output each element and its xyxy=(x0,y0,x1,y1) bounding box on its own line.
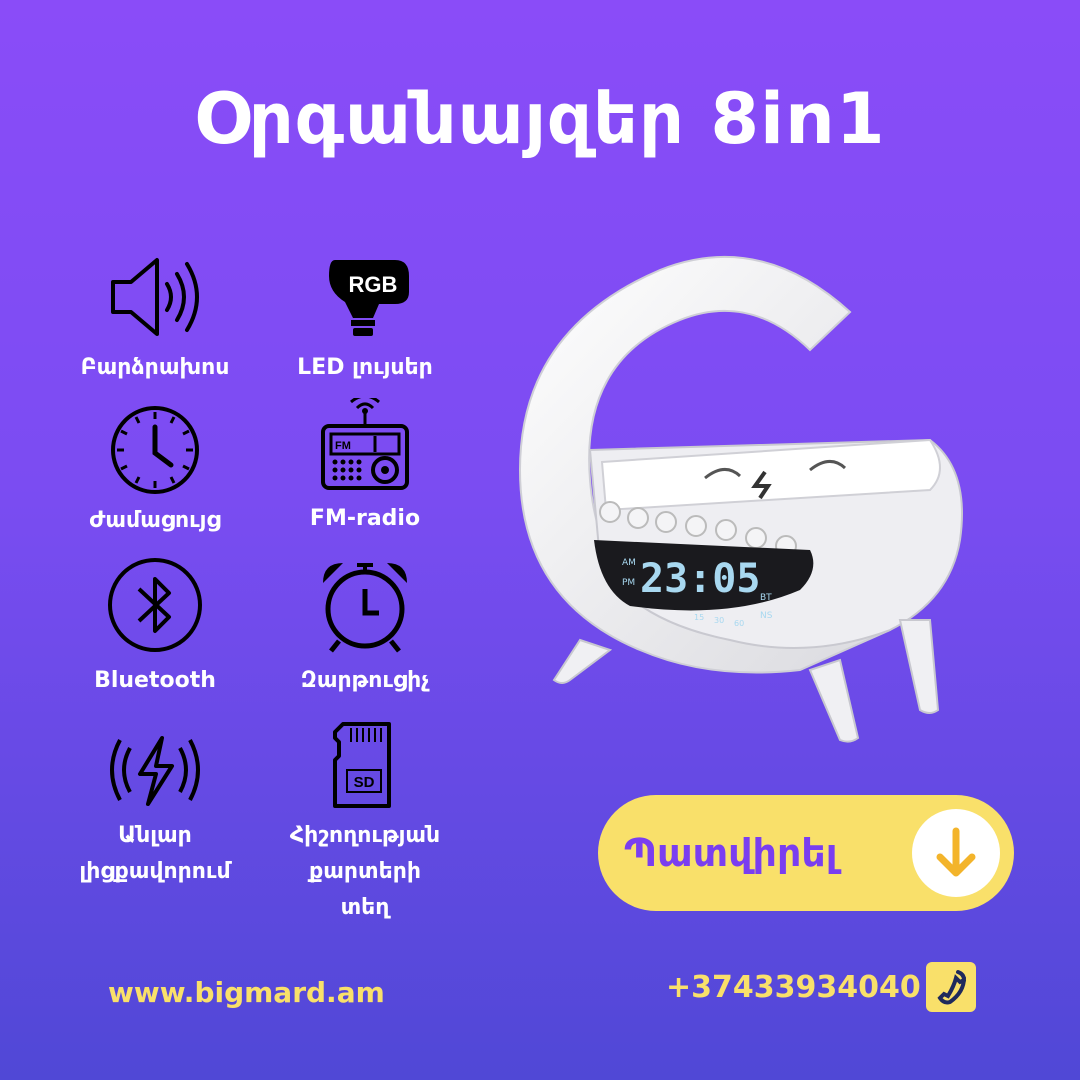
feature-label: Անլար լիցքավորում xyxy=(60,818,250,890)
phone-number[interactable]: +37433934040 xyxy=(666,970,921,1005)
display-am: AM xyxy=(622,558,636,568)
display-pm: PM xyxy=(622,578,635,588)
feature-label: Bluetooth xyxy=(94,668,216,693)
alarm-clock-icon xyxy=(323,563,407,653)
bluetooth-icon xyxy=(108,558,202,652)
feature-alarm: Զարթուցիչ xyxy=(270,555,460,699)
feature-radio: FM FM-radio xyxy=(270,398,460,537)
product-image: 23:05 AM PM BT NS 15 30 60 xyxy=(518,255,963,743)
feature-label: Զարթուցիչ xyxy=(300,668,430,693)
speaker-icon xyxy=(111,258,199,336)
display-30: 30 xyxy=(714,616,724,625)
sd-card-icon: SD xyxy=(333,722,391,808)
phone-icon[interactable] xyxy=(926,962,976,1012)
clock-icon xyxy=(111,406,199,494)
feature-led: RGB LED լույսեր xyxy=(270,252,460,386)
feature-wireless-charging: Անլար լիցքավորում xyxy=(60,730,250,890)
sd-badge: SD xyxy=(354,774,375,791)
arrow-down-icon xyxy=(912,809,1000,897)
radio-icon: FM xyxy=(321,398,409,490)
feature-label-line: լիցքավորում xyxy=(79,859,231,884)
page-title: Օրգանայզեր 8in1 xyxy=(194,78,886,160)
display-ns: NS xyxy=(760,611,773,621)
feature-label: Բարձրախոս xyxy=(80,355,230,380)
feature-label: FM-radio xyxy=(309,506,421,531)
rgb-badge: RGB xyxy=(349,272,398,297)
order-button[interactable]: Պատվիրել xyxy=(598,795,1014,911)
feature-speaker: Բարձրախոս xyxy=(60,252,250,386)
wireless-charging-icon xyxy=(110,736,200,806)
feature-bluetooth: Bluetooth xyxy=(60,555,250,699)
feature-label-line: Հիշողության xyxy=(289,823,441,848)
rgb-bulb-icon: RGB xyxy=(329,260,409,336)
display-time: 23:05 xyxy=(640,556,760,602)
display-15: 15 xyxy=(694,613,704,622)
feature-label-line: Անլար xyxy=(118,823,192,848)
display-60: 60 xyxy=(734,619,744,628)
feature-sd-card: SD Հիշողության քարտերի տեղ xyxy=(270,720,460,926)
feature-clock: Ժամացույց xyxy=(60,405,250,539)
feature-label-line: տեղ xyxy=(340,895,390,920)
fm-badge: FM xyxy=(335,440,351,452)
feature-label: Ժամացույց xyxy=(89,508,221,533)
feature-label-line: քարտերի xyxy=(309,859,421,884)
feature-label: Հիշողության քարտերի տեղ xyxy=(270,818,460,926)
display-bt: BT xyxy=(760,593,772,603)
feature-label: LED լույսեր xyxy=(297,355,433,380)
order-button-label: Պատվիրել xyxy=(624,831,838,875)
website-link[interactable]: www.bigmard.am xyxy=(108,976,385,1009)
